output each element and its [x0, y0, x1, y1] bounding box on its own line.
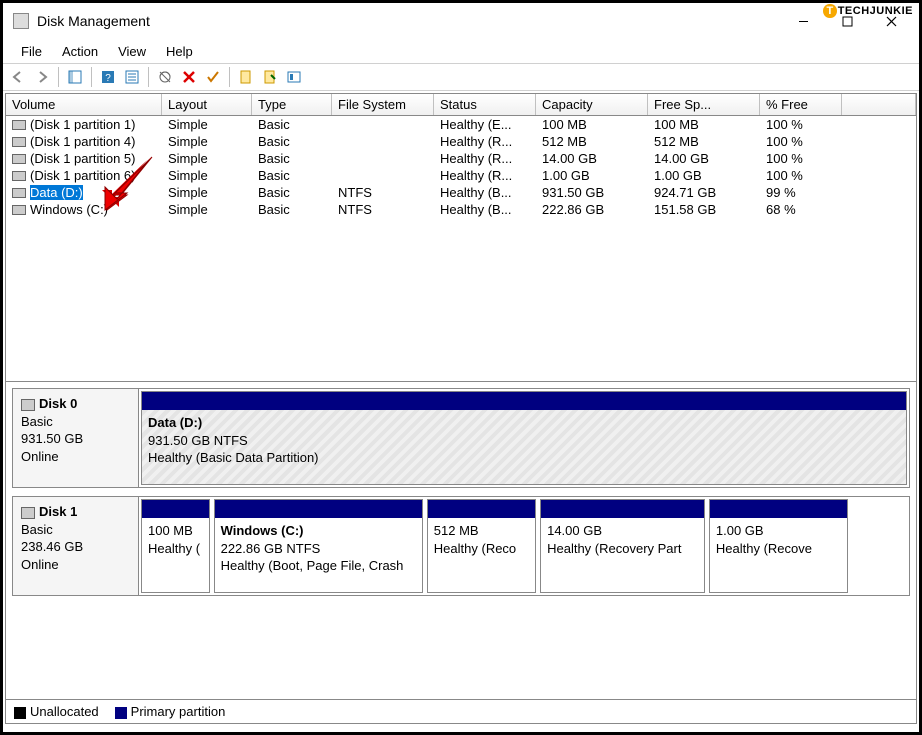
- volume-list-header: Volume Layout Type File System Status Ca…: [6, 94, 916, 116]
- col-capacity[interactable]: Capacity: [536, 94, 648, 115]
- new-button[interactable]: [235, 66, 257, 88]
- open-button[interactable]: [259, 66, 281, 88]
- menu-action[interactable]: Action: [52, 42, 108, 61]
- window-title: Disk Management: [37, 13, 150, 29]
- forward-button[interactable]: [31, 66, 53, 88]
- volume-row[interactable]: (Disk 1 partition 1)SimpleBasicHealthy (…: [6, 116, 916, 133]
- volume-icon: [12, 188, 26, 198]
- col-filesystem[interactable]: File System: [332, 94, 434, 115]
- partition[interactable]: 512 MBHealthy (Reco: [427, 499, 536, 593]
- col-freespace[interactable]: Free Sp...: [648, 94, 760, 115]
- col-volume[interactable]: Volume: [6, 94, 162, 115]
- partition[interactable]: Windows (C:)222.86 GB NTFSHealthy (Boot,…: [214, 499, 423, 593]
- disk-row: Disk 0Basic931.50 GBOnlineData (D:)931.5…: [12, 388, 910, 488]
- svg-text:?: ?: [105, 73, 111, 84]
- volume-icon: [12, 205, 26, 215]
- menu-file[interactable]: File: [11, 42, 52, 61]
- check-button[interactable]: [202, 66, 224, 88]
- partition[interactable]: 100 MBHealthy (: [141, 499, 210, 593]
- swatch-primary: [115, 707, 127, 719]
- volume-icon: [12, 120, 26, 130]
- help-button[interactable]: ?: [97, 66, 119, 88]
- disk-info[interactable]: Disk 1Basic238.46 GBOnline: [13, 497, 139, 595]
- swatch-unallocated: [14, 707, 26, 719]
- col-status[interactable]: Status: [434, 94, 536, 115]
- disk-graph-pane: Disk 0Basic931.50 GBOnlineData (D:)931.5…: [6, 382, 916, 699]
- volume-icon: [12, 171, 26, 181]
- refresh-button[interactable]: [154, 66, 176, 88]
- volume-row[interactable]: Data (D:)SimpleBasicNTFSHealthy (B...931…: [6, 184, 916, 201]
- volume-row[interactable]: (Disk 1 partition 6)SimpleBasicHealthy (…: [6, 167, 916, 184]
- volume-icon: [12, 137, 26, 147]
- properties-button[interactable]: [283, 66, 305, 88]
- partition[interactable]: 1.00 GBHealthy (Recove: [709, 499, 848, 593]
- volume-row[interactable]: Windows (C:)SimpleBasicNTFSHealthy (B...…: [6, 201, 916, 218]
- action-list-button[interactable]: [121, 66, 143, 88]
- col-type[interactable]: Type: [252, 94, 332, 115]
- disk-info[interactable]: Disk 0Basic931.50 GBOnline: [13, 389, 139, 487]
- app-icon: [13, 13, 29, 29]
- toolbar: ?: [3, 63, 919, 91]
- legend-unallocated: Unallocated: [30, 704, 99, 719]
- volume-icon: [12, 154, 26, 164]
- disk-row: Disk 1Basic238.46 GBOnline100 MBHealthy …: [12, 496, 910, 596]
- menu-help[interactable]: Help: [156, 42, 203, 61]
- watermark: TTECHJUNKIE: [823, 5, 913, 17]
- col-percentfree[interactable]: % Free: [760, 94, 842, 115]
- titlebar: Disk Management: [3, 3, 919, 39]
- show-hide-tree-button[interactable]: [64, 66, 86, 88]
- legend-primary: Primary partition: [131, 704, 226, 719]
- legend: Unallocated Primary partition: [6, 699, 916, 723]
- menu-view[interactable]: View: [108, 42, 156, 61]
- volume-list-pane: Volume Layout Type File System Status Ca…: [6, 94, 916, 382]
- back-button[interactable]: [7, 66, 29, 88]
- minimize-button[interactable]: [781, 5, 825, 37]
- menubar: File Action View Help: [3, 39, 919, 63]
- partition[interactable]: Data (D:)931.50 GB NTFSHealthy (Basic Da…: [141, 391, 907, 485]
- disk-icon: [21, 507, 35, 519]
- partition[interactable]: 14.00 GBHealthy (Recovery Part: [540, 499, 705, 593]
- volume-row[interactable]: (Disk 1 partition 5)SimpleBasicHealthy (…: [6, 150, 916, 167]
- col-layout[interactable]: Layout: [162, 94, 252, 115]
- delete-button[interactable]: [178, 66, 200, 88]
- disk-icon: [21, 399, 35, 411]
- volume-row[interactable]: (Disk 1 partition 4)SimpleBasicHealthy (…: [6, 133, 916, 150]
